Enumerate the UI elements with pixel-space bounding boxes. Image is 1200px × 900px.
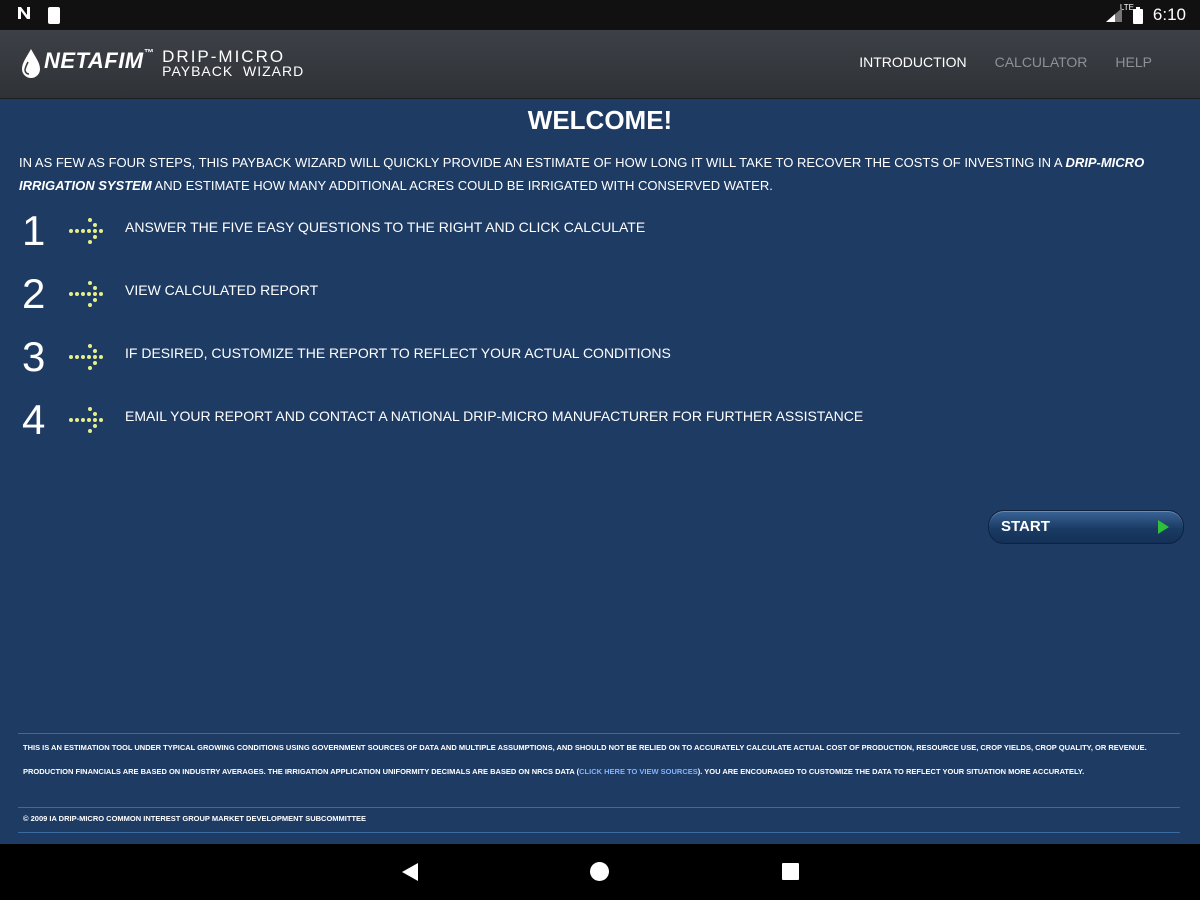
start-button-label: START: [1001, 518, 1050, 535]
clock: 6:10: [1152, 5, 1186, 24]
divider: [18, 807, 1180, 808]
play-icon: [1158, 520, 1169, 534]
app-header: NETAFIM™ DRIP-MICRO PAYBACK WIZARD INTRO…: [0, 30, 1200, 99]
divider: [18, 733, 1180, 734]
clipboard-icon: [48, 7, 60, 24]
step-4: 4 EMAIL YOUR REPORT AND CONTACT A NATION…: [0, 396, 1200, 446]
dotted-arrow-icon: [68, 280, 104, 308]
top-nav: INTRODUCTION CALCULATOR HELP: [859, 54, 1152, 70]
step-text: VIEW CALCULATED REPORT: [125, 282, 319, 298]
home-icon[interactable]: [590, 862, 609, 881]
product-name-line1: DRIP-MICRO: [162, 47, 286, 66]
recents-icon[interactable]: [782, 863, 799, 880]
water-drop-icon: [20, 48, 42, 80]
start-button[interactable]: START: [988, 510, 1184, 544]
step-2: 2 VIEW CALCULATED REPORT: [0, 270, 1200, 320]
step-text: ANSWER THE FIVE EASY QUESTIONS TO THE RI…: [125, 219, 646, 235]
step-text: EMAIL YOUR REPORT AND CONTACT A NATIONAL…: [125, 408, 864, 424]
netafim-logo: NETAFIM™ DRIP-MICRO PAYBACK WIZARD: [20, 48, 304, 80]
step-3: 3 IF DESIRED, CUSTOMIZE THE REPORT TO RE…: [0, 333, 1200, 383]
notification-n-icon: [16, 5, 34, 26]
step-number: 1: [22, 207, 46, 254]
signal-icon: [1105, 7, 1123, 23]
disclaimer: This is an estimation tool under typical…: [23, 743, 1147, 776]
battery-icon: [1132, 6, 1143, 24]
nav-help[interactable]: HELP: [1115, 54, 1152, 70]
nav-calculator[interactable]: CALCULATOR: [995, 54, 1088, 70]
main-content: WELCOME! In as few as four steps, this p…: [0, 99, 1200, 844]
step-text: IF DESIRED, CUSTOMIZE THE REPORT TO REFL…: [125, 345, 671, 361]
dotted-arrow-icon: [68, 343, 104, 371]
product-name-line2: PAYBACK WIZARD: [162, 63, 305, 79]
system-nav-bar: [0, 844, 1200, 900]
step-1: 1 ANSWER THE FIVE EASY QUESTIONS TO THE …: [0, 207, 1200, 257]
status-bar: LTE 6:10: [0, 0, 1200, 30]
dotted-arrow-icon: [68, 406, 104, 434]
page-title: WELCOME!: [527, 105, 673, 135]
divider: [18, 832, 1180, 833]
brand-name: NETAFIM™: [44, 48, 155, 73]
product-name: DRIP-MICRO PAYBACK WIZARD: [162, 47, 305, 79]
step-number: 3: [22, 333, 46, 380]
step-number: 4: [22, 396, 46, 443]
step-number: 2: [22, 270, 46, 317]
copyright: © 2009 IA Drip-Micro Common Interest Gro…: [23, 814, 367, 823]
back-icon[interactable]: [402, 863, 418, 881]
nav-introduction[interactable]: INTRODUCTION: [859, 54, 966, 70]
view-sources-link[interactable]: click here to view sources: [579, 767, 698, 776]
intro-paragraph: In as few as four steps, this payback wi…: [19, 155, 1145, 193]
dotted-arrow-icon: [68, 217, 104, 245]
